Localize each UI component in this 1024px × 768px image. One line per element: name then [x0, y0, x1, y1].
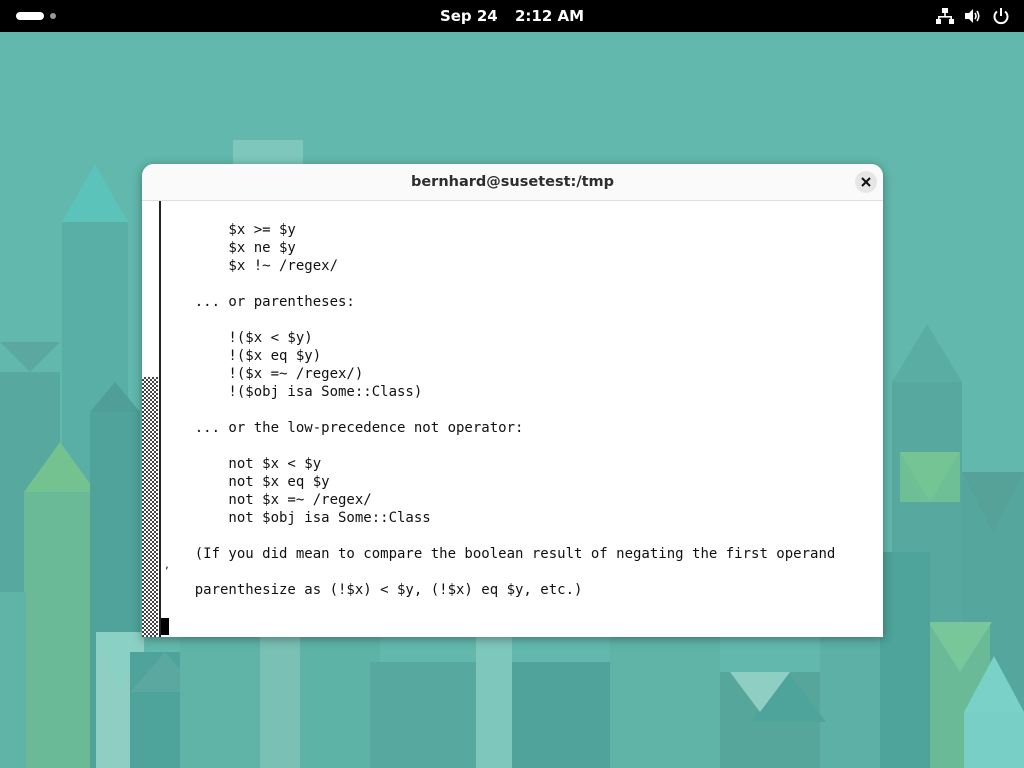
- window-title: bernhard@susetest:/tmp: [410, 174, 615, 190]
- output-line: !($obj isa Some::Class): [161, 384, 423, 400]
- close-button[interactable]: [855, 171, 877, 193]
- stray-character: ,: [164, 560, 171, 571]
- window-titlebar[interactable]: bernhard@susetest:/tmp: [142, 164, 883, 201]
- output-line: not $x eq $y: [161, 474, 330, 490]
- power-icon: [993, 8, 1009, 25]
- volume-icon: [965, 9, 980, 23]
- close-icon: [861, 177, 871, 187]
- top-bar: Sep 24 2:12 AM: [0, 0, 1024, 32]
- output-line: not $x < $y: [161, 456, 322, 472]
- output-line: !($x eq $y): [161, 348, 322, 364]
- scrollbar[interactable]: [142, 201, 161, 637]
- terminal-window[interactable]: bernhard@susetest:/tmp $x >= $y $x ne $y…: [142, 164, 883, 637]
- scrollbar-thumb[interactable]: [142, 377, 158, 637]
- system-tray[interactable]: [936, 7, 1010, 25]
- output-line: $x !~ /regex/: [161, 258, 339, 274]
- output-line: ... or parentheses:: [161, 294, 355, 310]
- network-icon: [936, 8, 954, 24]
- output-line: not $x =~ /regex/: [161, 492, 372, 508]
- clock-time: 2:12 AM: [514, 7, 585, 25]
- output-line: (If you did mean to compare the boolean …: [161, 546, 836, 562]
- text-cursor: [161, 618, 169, 635]
- output-line: !($x < $y): [161, 330, 313, 346]
- output-line: $x ne $y: [161, 240, 296, 256]
- output-line: $x >= $y: [161, 222, 296, 238]
- output-line: parenthesize as (!$x) < $y, (!$x) eq $y,…: [161, 582, 583, 598]
- clock-date: Sep 24: [439, 7, 498, 25]
- output-line: not $obj isa Some::Class: [161, 510, 431, 526]
- output-line: !($x =~ /regex/): [161, 366, 364, 382]
- output-line: ... or the low-precedence not operator:: [161, 420, 524, 436]
- clock[interactable]: Sep 24 2:12 AM: [0, 0, 1024, 32]
- terminal-output[interactable]: $x >= $y $x ne $y $x !~ /regex/ ... or p…: [161, 201, 883, 637]
